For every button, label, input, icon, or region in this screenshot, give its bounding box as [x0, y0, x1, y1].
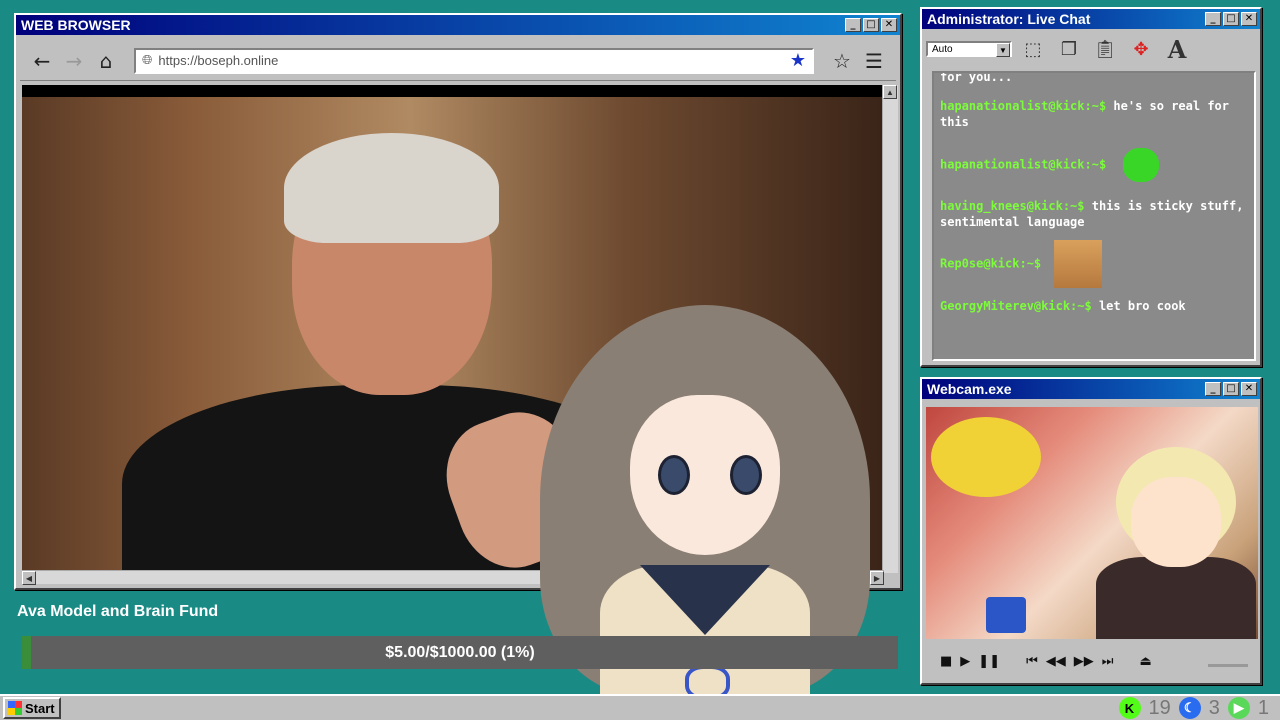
- browser-title: WEB BROWSER: [21, 17, 131, 33]
- chevron-down-icon[interactable]: ▼: [996, 43, 1010, 57]
- close-button[interactable]: ✕: [1241, 12, 1257, 26]
- play-count: 1: [1257, 696, 1269, 719]
- maximize-button[interactable]: □: [1223, 382, 1239, 396]
- fast-forward-icon[interactable]: ▶▶: [1074, 654, 1094, 669]
- webcam-character-body: [1096, 557, 1256, 639]
- paste-icon[interactable]: 📋︎: [1090, 34, 1120, 64]
- skip-back-icon[interactable]: ⏮︎: [1026, 654, 1038, 669]
- chat-message: having_knees@kick:~$ this is sticky stuf…: [940, 198, 1248, 230]
- play-icon[interactable]: ▶: [960, 654, 970, 669]
- favorites-star-icon[interactable]: ☆: [828, 47, 856, 75]
- close-button[interactable]: ✕: [881, 18, 897, 32]
- chat-message: Rep0se@kick:~$: [940, 240, 1248, 288]
- webcam-window: Webcam.exe _ □ ✕ ■ ▶ ❚❚ ⏮︎ ◀◀ ▶▶ ⏭︎ ⏏︎: [920, 377, 1262, 685]
- url-text: https://boseph.online: [158, 53, 279, 68]
- skip-forward-icon[interactable]: ⏭︎: [1102, 654, 1114, 669]
- taskbar: Start K 19 ☾ 3 ▶ 1: [0, 694, 1280, 720]
- eject-icon[interactable]: ⏏︎: [1140, 654, 1152, 669]
- live-chat-window: Administrator: Live Chat _ □ ✕ Auto ▼ ⬚ …: [920, 7, 1262, 367]
- forward-arrow-icon[interactable]: →: [60, 47, 88, 75]
- close-button[interactable]: ✕: [1241, 382, 1257, 396]
- browser-toolbar: ← → ⌂ 🌐︎ https://boseph.online ★ ☆ ☰: [20, 41, 896, 81]
- kick-count: 19: [1148, 696, 1171, 719]
- play-icon[interactable]: ▶: [1227, 697, 1250, 719]
- zoom-select[interactable]: Auto ▼: [926, 41, 1012, 57]
- kick-icon[interactable]: K: [1118, 697, 1141, 719]
- mug: [986, 597, 1026, 633]
- copy-icon[interactable]: ❐: [1054, 34, 1084, 64]
- move-icon[interactable]: ✥: [1126, 34, 1156, 64]
- webcam-title: Webcam.exe: [927, 381, 1012, 397]
- scroll-up-arrow-icon[interactable]: ▲: [883, 85, 897, 99]
- chat-username[interactable]: GeorgyMiterev@kick:~$: [940, 299, 1092, 313]
- chat-log[interactable]: for you... hapanationalist@kick:~$ he's …: [932, 71, 1256, 361]
- font-icon[interactable]: A: [1162, 34, 1192, 64]
- address-bar[interactable]: 🌐︎ https://boseph.online ★: [134, 47, 814, 74]
- scroll-left-arrow-icon[interactable]: ◀: [22, 571, 36, 585]
- fund-progress-bar: $5.00/$1000.00 (1%): [22, 636, 898, 669]
- webcam-view: [926, 407, 1258, 639]
- back-arrow-icon[interactable]: ←: [28, 47, 56, 75]
- scroll-right-arrow-icon[interactable]: ▶: [870, 571, 884, 585]
- home-icon[interactable]: ⌂: [92, 47, 120, 75]
- chat-username[interactable]: Rep0se@kick:~$: [940, 257, 1041, 271]
- volume-slider[interactable]: [1208, 655, 1248, 667]
- green-face-emote-icon: [1123, 148, 1160, 182]
- rewind-icon[interactable]: ◀◀: [1046, 654, 1066, 669]
- moon-count: 3: [1208, 696, 1220, 719]
- maximize-button[interactable]: □: [1223, 12, 1239, 26]
- system-tray: K 19 ☾ 3 ▶ 1: [1118, 696, 1278, 720]
- moon-icon[interactable]: ☾: [1178, 697, 1201, 719]
- windows-logo-icon: [8, 701, 22, 715]
- minimize-button[interactable]: _: [845, 18, 861, 32]
- video-person-hair: [284, 133, 499, 243]
- avatar-left-eye: [658, 455, 690, 495]
- start-label: Start: [25, 700, 55, 716]
- zoom-select-value: Auto: [932, 43, 953, 55]
- maximize-button[interactable]: □: [863, 18, 879, 32]
- webcam-character-face: [1131, 477, 1221, 567]
- avatar-right-eye: [730, 455, 762, 495]
- start-button[interactable]: Start: [3, 697, 61, 719]
- stop-icon[interactable]: ■: [940, 654, 952, 669]
- minimize-button[interactable]: _: [1205, 12, 1221, 26]
- chat-message: GeorgyMiterev@kick:~$ let bro cook: [940, 298, 1248, 314]
- select-region-icon[interactable]: ⬚: [1018, 34, 1048, 64]
- cat-face-emote-icon: [1054, 240, 1103, 288]
- bookmark-star-icon[interactable]: ★: [790, 50, 806, 71]
- fund-title: Ava Model and Brain Fund: [17, 603, 219, 620]
- plush-toy: [931, 417, 1041, 497]
- chat-message: hapanationalist@kick:~$ he's so real for…: [940, 98, 1248, 130]
- chat-titlebar[interactable]: Administrator: Live Chat _ □ ✕: [922, 9, 1260, 29]
- media-controls: ■ ▶ ❚❚ ⏮︎ ◀◀ ▶▶ ⏭︎ ⏏︎: [926, 645, 1258, 677]
- webcam-titlebar[interactable]: Webcam.exe _ □ ✕: [922, 379, 1260, 399]
- chat-toolbar: Auto ▼ ⬚ ❐ 📋︎ ✥ A: [922, 29, 1260, 69]
- menu-icon[interactable]: ☰: [860, 47, 888, 75]
- fund-progress-text: $5.00/$1000.00 (1%): [385, 643, 535, 661]
- chat-username[interactable]: hapanationalist@kick:~$: [940, 158, 1106, 172]
- chat-username[interactable]: hapanationalist@kick:~$: [940, 99, 1106, 113]
- vertical-scrollbar[interactable]: ▲: [882, 85, 898, 573]
- pause-icon[interactable]: ❚❚: [978, 654, 1000, 669]
- chat-username[interactable]: having_knees@kick:~$: [940, 199, 1085, 213]
- chat-title: Administrator: Live Chat: [927, 11, 1091, 27]
- globe-icon: 🌐︎: [142, 53, 153, 68]
- chat-text: let bro cook: [1098, 299, 1186, 313]
- minimize-button[interactable]: _: [1205, 382, 1221, 396]
- video-top-bar: [22, 85, 884, 97]
- chat-message: hapanationalist@kick:~$: [940, 148, 1248, 182]
- browser-titlebar[interactable]: WEB BROWSER _ □ ✕: [16, 15, 900, 35]
- chat-partial-line: for you...: [940, 71, 1013, 84]
